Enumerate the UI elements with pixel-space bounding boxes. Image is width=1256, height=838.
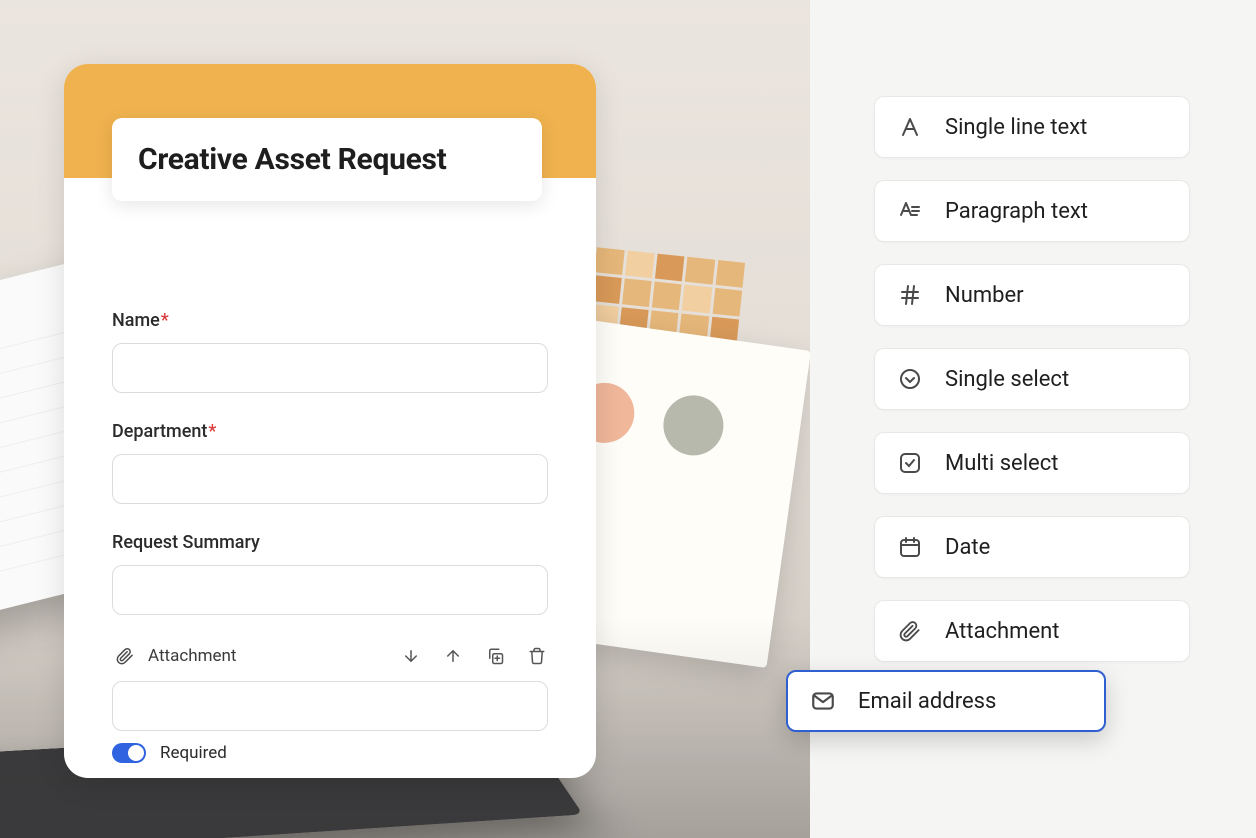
field-type-label: Date bbox=[945, 535, 990, 560]
summary-input[interactable] bbox=[112, 565, 548, 615]
field-summary: Request Summary bbox=[112, 532, 548, 615]
paperclip-icon bbox=[897, 618, 923, 644]
dragged-field-label: Email address bbox=[858, 689, 996, 714]
field-name-label: Name* bbox=[112, 310, 548, 331]
field-department-label: Department* bbox=[112, 421, 548, 442]
duplicate-button[interactable] bbox=[484, 645, 506, 667]
dragged-field-email[interactable]: Email address bbox=[786, 670, 1106, 732]
canvas: Calendar Files litigation changes redesi… bbox=[0, 0, 1256, 838]
field-summary-label: Request Summary bbox=[112, 532, 548, 553]
form-title: Creative Asset Request bbox=[138, 142, 516, 177]
field-department: Department* bbox=[112, 421, 548, 504]
field-type-label: Paragraph text bbox=[945, 199, 1088, 224]
field-type-label: Number bbox=[945, 283, 1024, 308]
field-type-label: Multi select bbox=[945, 451, 1058, 476]
field-type-single-select[interactable]: Single select bbox=[874, 348, 1190, 410]
field-type-list: Single line text Paragraph text Number S… bbox=[874, 96, 1190, 662]
field-type-single-line[interactable]: Single line text bbox=[874, 96, 1190, 158]
text-a-icon bbox=[897, 114, 923, 140]
field-name: Name* bbox=[112, 310, 548, 393]
select-down-icon bbox=[897, 366, 923, 392]
field-type-multi-select[interactable]: Multi select bbox=[874, 432, 1190, 494]
field-type-attachment[interactable]: Attachment bbox=[874, 600, 1190, 662]
attachment-input[interactable] bbox=[112, 681, 548, 731]
form-builder-card: Creative Asset Request Name* Department*… bbox=[64, 64, 596, 778]
move-down-button[interactable] bbox=[400, 645, 422, 667]
paperclip-icon bbox=[112, 643, 138, 669]
field-attachment-block: Attachment bbox=[112, 643, 548, 763]
field-type-label: Single line text bbox=[945, 115, 1087, 140]
mail-icon bbox=[810, 688, 836, 714]
check-square-icon bbox=[897, 450, 923, 476]
field-type-paragraph[interactable]: Paragraph text bbox=[874, 180, 1190, 242]
move-up-button[interactable] bbox=[442, 645, 464, 667]
hash-icon bbox=[897, 282, 923, 308]
delete-button[interactable] bbox=[526, 645, 548, 667]
field-type-date[interactable]: Date bbox=[874, 516, 1190, 578]
field-type-label: Single select bbox=[945, 367, 1069, 392]
required-toggle-label: Required bbox=[160, 743, 227, 763]
field-type-number[interactable]: Number bbox=[874, 264, 1190, 326]
department-input[interactable] bbox=[112, 454, 548, 504]
attachment-actions bbox=[400, 645, 548, 667]
required-toggle[interactable] bbox=[112, 743, 146, 763]
field-type-label: Attachment bbox=[945, 619, 1059, 644]
name-input[interactable] bbox=[112, 343, 548, 393]
calendar-icon bbox=[897, 534, 923, 560]
paragraph-icon bbox=[897, 198, 923, 224]
attachment-label: Attachment bbox=[148, 646, 236, 666]
form-title-card[interactable]: Creative Asset Request bbox=[112, 118, 542, 201]
